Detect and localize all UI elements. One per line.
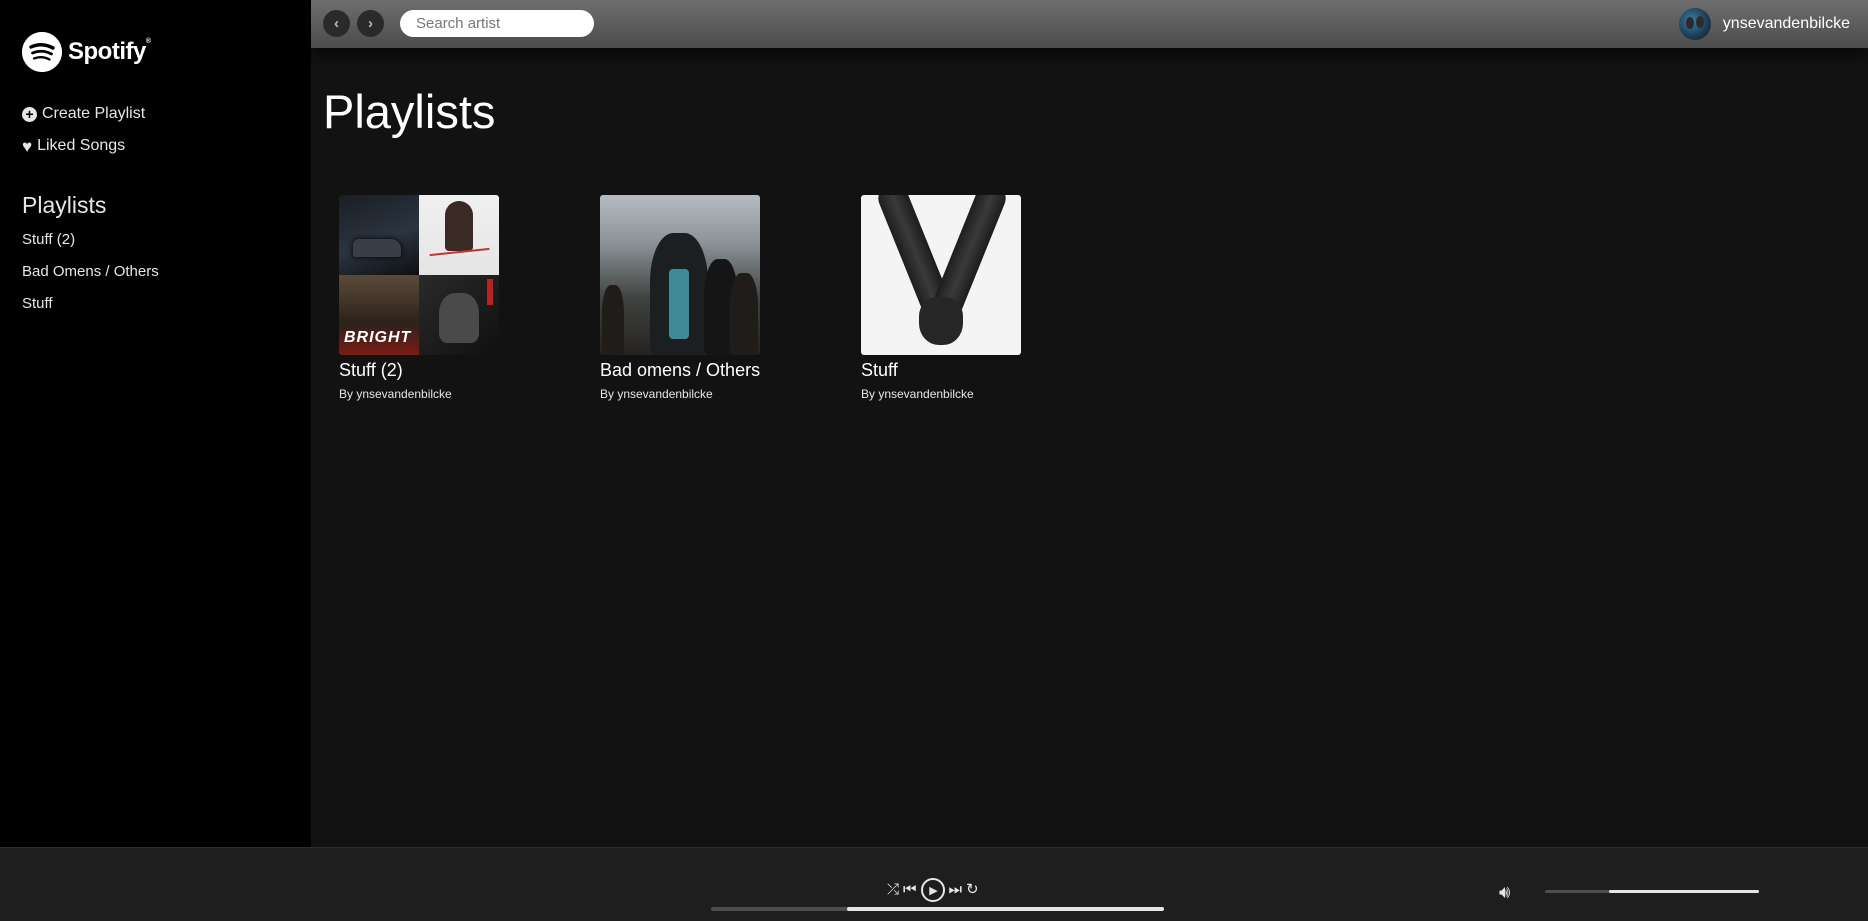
playlist-cover [861,195,1021,355]
playlist-card[interactable]: Bad omens / Others By ynsevandenbilcke [600,195,800,401]
album-art: BRIGHT [339,275,419,355]
volume-icon[interactable]: 🔊︎ [1499,882,1510,903]
volume-slider[interactable] [1545,890,1759,893]
search-input[interactable] [400,10,594,37]
heart-icon: ♥ [22,136,33,156]
playlist-card[interactable]: Stuff By ynsevandenbilcke [861,195,1061,401]
sidebar-playlist-list: Stuff (2) Bad Omens / Others Stuff [22,231,159,327]
progress-bar[interactable] [711,907,1164,911]
playlist-card[interactable]: BRIGHT Stuff (2) By ynsevandenbilcke [339,195,539,401]
top-bar: ‹ › ynsevandenbilcke [311,0,1868,48]
repeat-icon[interactable]: ↻ [966,880,979,900]
create-playlist-label: Create Playlist [42,105,146,122]
play-icon[interactable]: ▶ [920,878,945,902]
create-playlist-button[interactable]: + Create Playlist [22,105,145,123]
playlist-card-owner: By ynsevandenbilcke [861,387,974,401]
sidebar-playlists-heading: Playlists [22,192,107,218]
plus-circle-icon: + [22,106,37,122]
logo-text: Spotify® [68,38,151,65]
progress-fill [846,907,1164,911]
playlist-card-owner: By ynsevandenbilcke [600,387,713,401]
sidebar-playlist-item[interactable]: Stuff (2) [22,231,159,263]
playlist-card-owner: By ynsevandenbilcke [339,387,452,401]
previous-icon[interactable]: ⏮ [903,880,917,900]
album-art [419,195,499,275]
chevron-left-icon: ‹ [334,15,339,32]
liked-songs-link[interactable]: ♥ Liked Songs [22,137,125,155]
chevron-right-icon: › [368,15,373,32]
album-art [419,275,499,355]
spotify-logo-icon [22,32,62,72]
album-art [339,195,419,275]
playlist-card-title: Stuff (2) [339,360,403,380]
liked-songs-label: Liked Songs [37,137,126,154]
sidebar: Spotify® + Create Playlist ♥ Liked Songs… [0,0,311,847]
playlist-card-title: Bad omens / Others [600,360,761,380]
page-title: Playlists [323,85,496,138]
volume-fill [1609,890,1759,893]
sidebar-playlist-item[interactable]: Stuff [22,295,159,327]
avatar [1678,8,1711,40]
playlist-cover-mosaic: BRIGHT [339,195,499,355]
shuffle-icon[interactable]: ⤮ [887,880,899,900]
back-button[interactable]: ‹ [323,10,350,37]
user-menu[interactable]: ynsevandenbilcke [1678,8,1850,40]
playlist-cover [600,195,760,355]
next-icon[interactable]: ⏭ [949,880,963,900]
spotify-logo[interactable]: Spotify® [22,32,151,72]
playback-controls: ⤮ ⏮ ▶ ⏭ ↻ [887,878,979,902]
sidebar-playlist-item[interactable]: Bad Omens / Others [22,263,159,295]
forward-button[interactable]: › [357,10,384,37]
playlist-card-title: Stuff [861,360,898,380]
username: ynsevandenbilcke [1722,15,1850,32]
